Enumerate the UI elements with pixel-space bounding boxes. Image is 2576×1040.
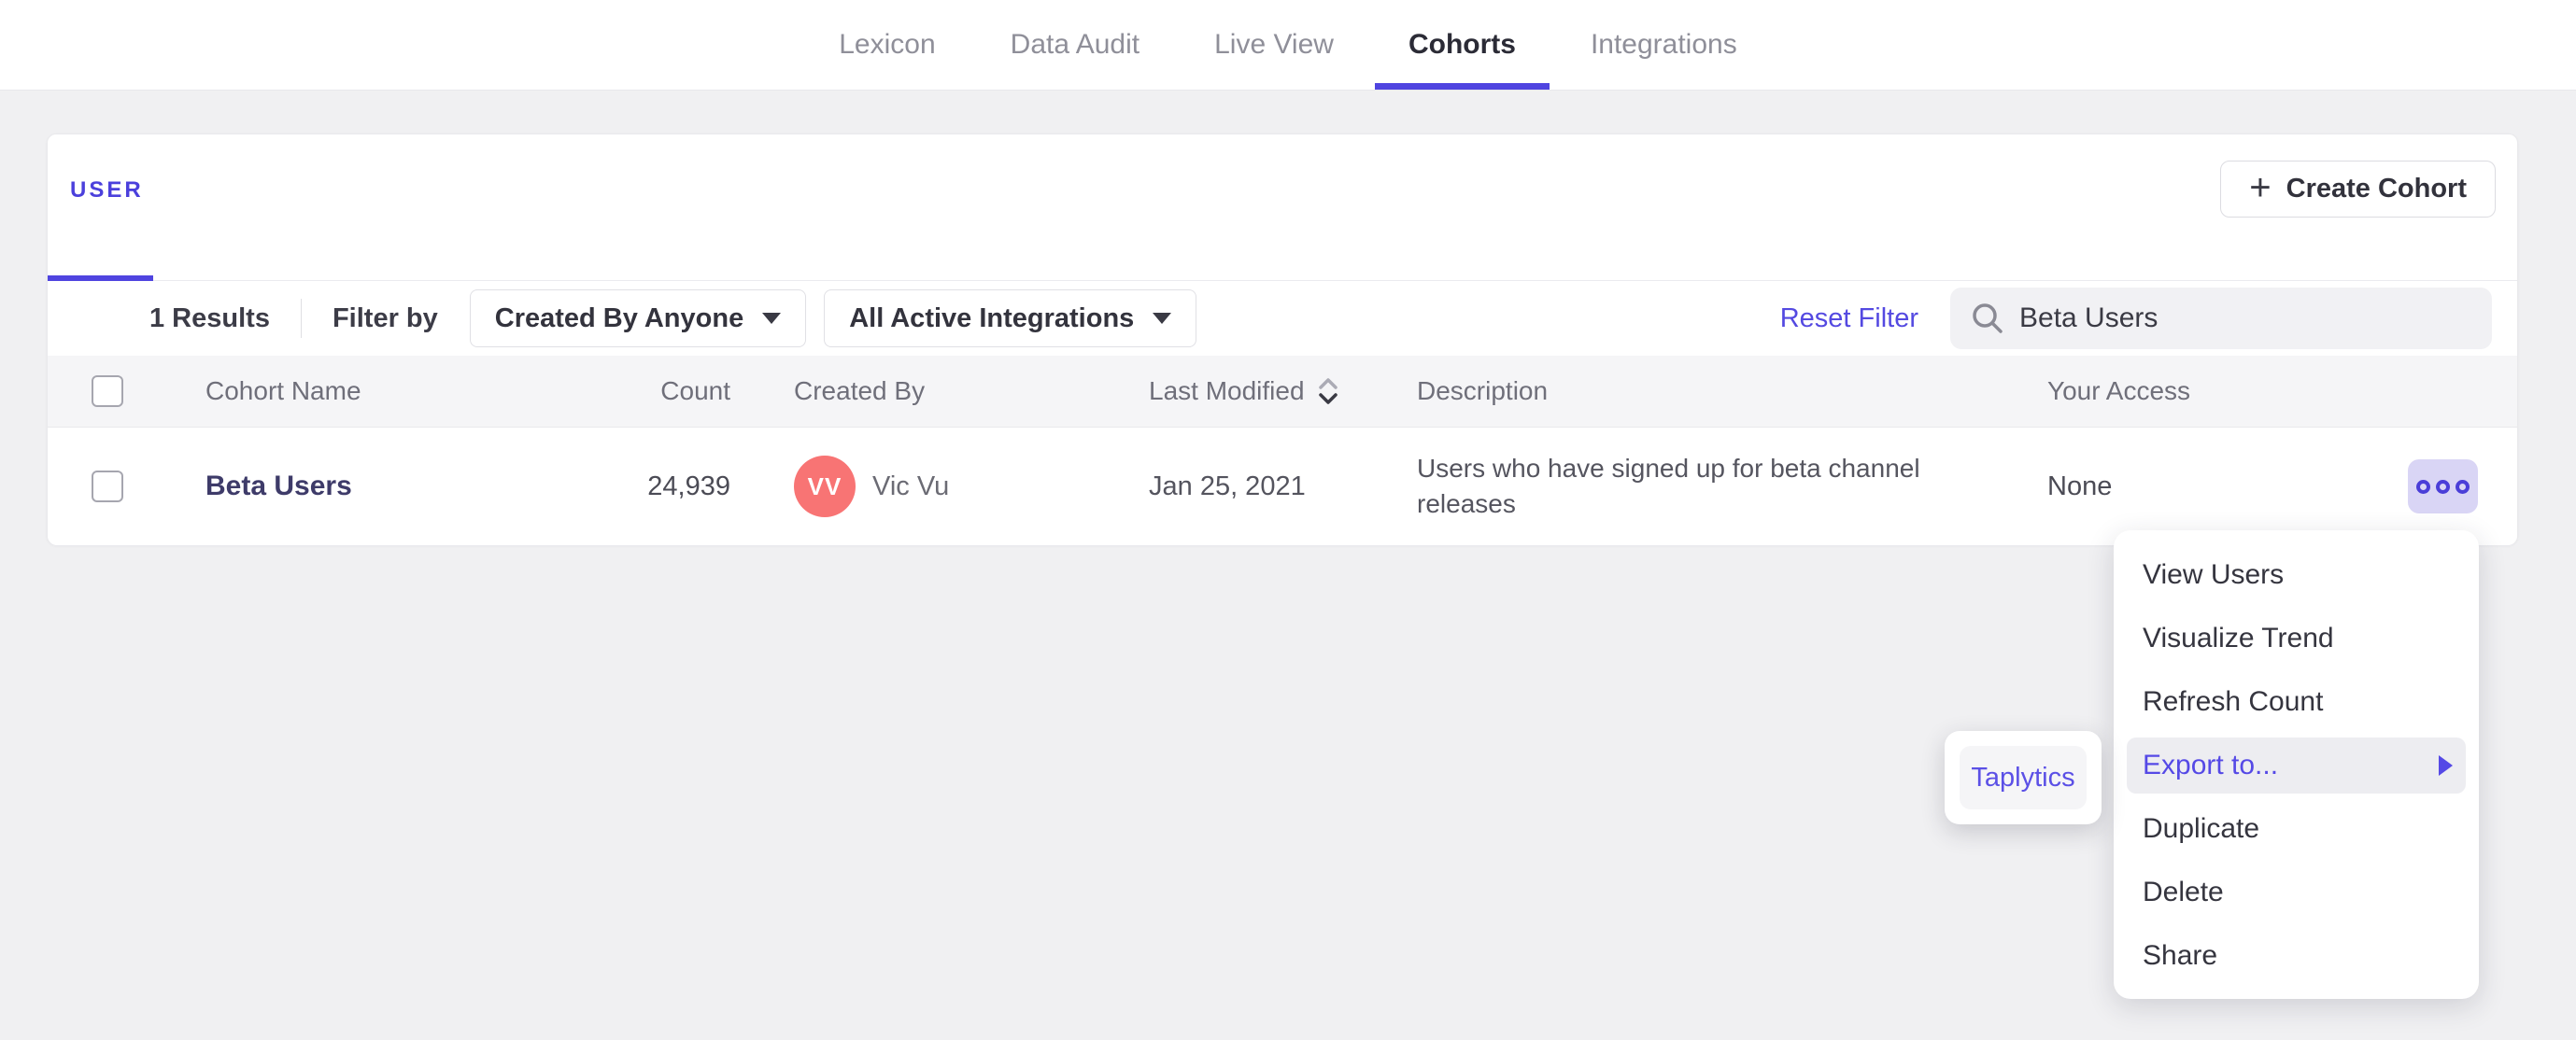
- cohorts-card: USER + Create Cohort 1 Results Filter by…: [47, 134, 2518, 545]
- header-description: Description: [1417, 376, 1549, 405]
- select-all-checkbox[interactable]: [92, 375, 123, 407]
- row-checkbox[interactable]: [92, 471, 123, 502]
- cohorts-page: Lexicon Data Audit Live View Cohorts Int…: [0, 0, 2576, 1040]
- last-modified-date: Jan 25, 2021: [1149, 471, 1306, 501]
- sort-icon[interactable]: [1316, 374, 1340, 408]
- header-count[interactable]: Count: [523, 376, 730, 406]
- more-icon: [2456, 479, 2470, 494]
- user-tab-underline: [48, 275, 153, 281]
- nav-tab-data-audit[interactable]: Data Audit: [977, 0, 1173, 90]
- nav-tab-integrations[interactable]: Integrations: [1557, 0, 1771, 90]
- nav-tab-cohorts[interactable]: Cohorts: [1374, 0, 1550, 90]
- created-by-filter-dropdown[interactable]: Created By Anyone: [469, 289, 807, 347]
- divider: [300, 299, 302, 338]
- submenu-arrow-icon: [2439, 755, 2453, 776]
- create-cohort-label: Create Cohort: [2286, 174, 2467, 204]
- header-last-modified-label: Last Modified: [1149, 376, 1305, 405]
- menu-item-duplicate[interactable]: Duplicate: [2114, 797, 2479, 861]
- nav-tab-lexicon[interactable]: Lexicon: [805, 0, 969, 90]
- cohort-description: Users who have signed up for beta channe…: [1417, 454, 1920, 518]
- menu-item-view-users[interactable]: View Users: [2114, 543, 2479, 607]
- chevron-down-icon: [1153, 313, 1172, 324]
- menu-item-export-to-label: Export to...: [2143, 750, 2279, 780]
- results-count: 1 Results: [149, 302, 270, 333]
- table-header-row: Cohort Name Count Created By Last Modifi…: [48, 356, 2517, 428]
- submenu-item-taplytics[interactable]: Taplytics: [1960, 746, 2087, 809]
- export-submenu: Taplytics: [1945, 731, 2102, 824]
- row-actions: [2356, 459, 2478, 513]
- header-your-access: Your Access: [2047, 376, 2191, 405]
- menu-item-export-to[interactable]: Export to...: [2127, 738, 2466, 794]
- integrations-filter-value: All Active Integrations: [849, 302, 1135, 333]
- header-created-by[interactable]: Created By: [794, 376, 1149, 406]
- filter-bar: 1 Results Filter by Created By Anyone Al…: [48, 281, 2517, 356]
- creator-name: Vic Vu: [872, 471, 950, 501]
- created-by-cell: VV Vic Vu: [794, 456, 1149, 517]
- cohort-count: 24,939: [647, 471, 730, 501]
- create-cohort-button[interactable]: + Create Cohort: [2220, 161, 2496, 218]
- menu-item-visualize-trend[interactable]: Visualize Trend: [2114, 607, 2479, 670]
- your-access-value: None: [2047, 471, 2113, 501]
- header-cohort-name[interactable]: Cohort Name: [205, 376, 523, 406]
- search-input[interactable]: [2019, 302, 2471, 334]
- tab-user[interactable]: USER: [70, 177, 144, 204]
- header-last-modified[interactable]: Last Modified: [1149, 374, 1417, 408]
- more-actions-button[interactable]: [2408, 459, 2478, 513]
- menu-item-refresh-count[interactable]: Refresh Count: [2114, 670, 2479, 734]
- nav-tabs: Lexicon Data Audit Live View Cohorts Int…: [805, 0, 1770, 90]
- plus-icon: +: [2249, 167, 2272, 208]
- chevron-down-icon: [762, 313, 782, 324]
- avatar: VV: [794, 456, 856, 517]
- nav-tab-live-view[interactable]: Live View: [1181, 0, 1367, 90]
- integrations-filter-dropdown[interactable]: All Active Integrations: [824, 289, 1197, 347]
- filter-by-label: Filter by: [332, 302, 438, 333]
- menu-item-share[interactable]: Share: [2114, 924, 2479, 988]
- active-tab-underline: [1374, 83, 1550, 90]
- created-by-filter-value: Created By Anyone: [494, 302, 744, 333]
- nav-tab-cohorts-label: Cohorts: [1408, 29, 1516, 60]
- search-icon: [1973, 303, 2003, 333]
- table-row: Beta Users 24,939 VV Vic Vu Jan 25, 2021…: [48, 428, 2517, 545]
- more-icon: [2416, 479, 2430, 494]
- cohort-name-link[interactable]: Beta Users: [205, 471, 523, 502]
- reset-filter-link[interactable]: Reset Filter: [1780, 303, 1918, 334]
- menu-item-delete[interactable]: Delete: [2114, 861, 2479, 924]
- cohort-type-tabs: USER + Create Cohort: [48, 134, 2517, 281]
- top-nav: Lexicon Data Audit Live View Cohorts Int…: [0, 0, 2576, 91]
- search-box[interactable]: [1950, 288, 2492, 349]
- more-icon: [2436, 479, 2450, 494]
- cohort-context-menu: View Users Visualize Trend Refresh Count…: [2114, 530, 2479, 999]
